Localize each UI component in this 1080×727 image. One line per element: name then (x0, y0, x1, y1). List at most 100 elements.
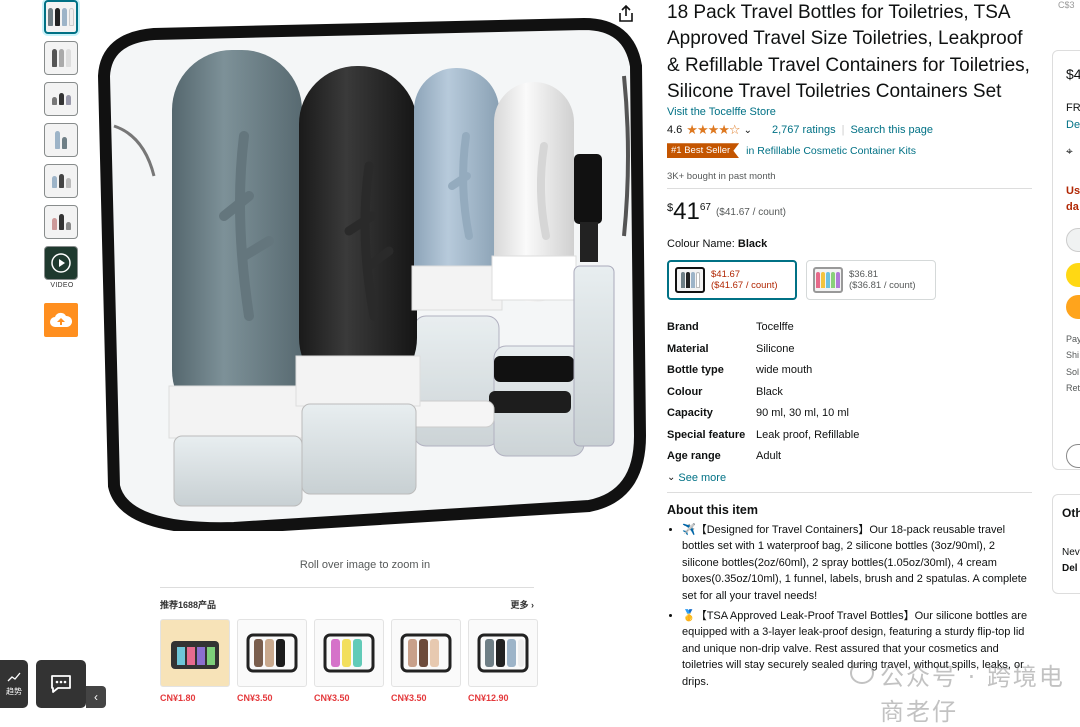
spec-key: Bottle type (667, 364, 724, 377)
share-icon[interactable] (617, 4, 635, 24)
recommend-price: CN¥3.50 (314, 693, 350, 703)
product-thumb-icon (246, 633, 298, 673)
divider: | (841, 124, 845, 137)
recommend-more-link[interactable]: 更多 › (510, 598, 534, 611)
price-per-unit: ($41.67 / count) (715, 207, 786, 219)
trend-label: 趋势 (6, 686, 22, 696)
price-fraction: 67 (699, 202, 711, 214)
product-details: 18 Pack Travel Bottles for Toiletries, T… (667, 0, 1032, 694)
recommend-price: CN¥1.80 (160, 693, 196, 703)
chat-button[interactable] (36, 660, 86, 708)
buy-de-link[interactable]: De (1066, 119, 1080, 131)
about-title: About this item (667, 502, 758, 517)
recommend-price: CN¥12.90 (468, 693, 509, 703)
collapse-button[interactable]: ‹ (86, 686, 106, 708)
bullet-item: ✈️【Designed for Travel Containers】Our 18… (682, 522, 1032, 605)
product-main-image[interactable] (84, 16, 654, 531)
product-thumb-icon (477, 633, 529, 673)
star-rating-icon[interactable]: ★★★★☆ (686, 122, 740, 138)
buy-ret: Ret (1066, 383, 1080, 393)
spec-row: Brand Tocelffe (667, 321, 1032, 343)
thumbnail-1[interactable] (44, 0, 78, 34)
chevron-left-icon: ‹ (94, 690, 98, 704)
buy-pay: Pay (1066, 334, 1080, 344)
best-seller-badge[interactable]: #1 Best Seller (667, 143, 740, 159)
spec-key: Age range (667, 450, 721, 463)
recommend-item[interactable]: CN¥3.50 (237, 619, 307, 703)
ratings-count-link[interactable]: 2,767 ratings (772, 124, 836, 136)
thumbnail-3[interactable] (44, 82, 78, 116)
trend-button[interactable]: 趋势 (0, 660, 28, 708)
swatch-black[interactable]: $41.67 ($41.67 / count) (667, 260, 797, 301)
buy-box: C$3 $4 FR De ⌖ Us da Pay Shi Sol Ret Oth… (1052, 0, 1080, 718)
product-thumb-icon (171, 641, 219, 669)
thumbnail-list: VIDEO (44, 0, 80, 337)
spec-table: Brand Tocelffe Material Silicone Bottle ty… (667, 321, 1032, 472)
product-thumb-icon (323, 633, 375, 673)
cloud-upload-icon (50, 312, 72, 327)
buy-price: $4 (1066, 66, 1080, 82)
buy-shi: Shi (1066, 350, 1080, 360)
recommend-item[interactable]: CN¥1.80 (160, 619, 230, 703)
thumbnail-2[interactable] (44, 41, 78, 75)
divider (667, 188, 1032, 190)
thumbnail-5[interactable] (44, 164, 78, 198)
spec-key: Special feature (667, 428, 746, 441)
spec-key: Brand (667, 321, 699, 334)
swatch-color[interactable]: $36.81 ($36.81 / count) (806, 260, 936, 301)
spec-value: Adult (756, 450, 782, 463)
recommend-price: CN¥3.50 (237, 693, 273, 703)
swatch-unit: ($36.81 / count) (849, 280, 916, 292)
recommend-price: CN¥3.50 (391, 693, 427, 703)
product-title: 18 Pack Travel Bottles for Toiletries, T… (667, 2, 1030, 102)
spec-value: Black (756, 385, 783, 398)
thumbnail-video[interactable] (44, 246, 78, 280)
other-sellers-new: Nev (1062, 547, 1080, 558)
spec-value: wide mouth (756, 364, 813, 377)
colour-name: Colour Name: Black (667, 238, 1032, 250)
spec-value: Silicone (756, 342, 795, 355)
watermark-text: 公众号 · 跨境电商老仔 (880, 663, 1065, 726)
other-sellers-title: Oth (1062, 506, 1080, 520)
spec-value: Tocelffe (756, 321, 794, 334)
see-more-link[interactable]: ⌄ See more (667, 472, 1032, 484)
price-whole: 41 (673, 198, 700, 226)
video-label: VIDEO (50, 282, 74, 289)
colour-label: Colour Name: (667, 238, 735, 251)
thumbnail-4[interactable] (44, 123, 78, 157)
recommend-item[interactable]: CN¥3.50 (314, 619, 384, 703)
recommend-item[interactable]: CN¥3.50 (391, 619, 461, 703)
spec-key: Capacity (667, 407, 713, 420)
product-thumb-icon (400, 633, 452, 673)
buy-fr: FR (1066, 102, 1080, 114)
buy-sol: Sol (1066, 367, 1080, 377)
recommend-section: 推荐1688产品 更多 › CN¥1.80 CN¥3.50 CN¥3.50 CN… (160, 587, 538, 703)
spec-row: Bottle type wide mouth (667, 364, 1032, 386)
spec-row: Colour Black (667, 386, 1032, 408)
swatch-image (813, 267, 843, 294)
spec-row: Material Silicone (667, 343, 1032, 365)
search-page-link[interactable]: Search this page (850, 124, 933, 136)
bought-count: 3K+ bought in past month (667, 171, 776, 183)
rating-value: 4.6 (667, 124, 683, 137)
top-price: C$3 (1058, 0, 1075, 10)
recommend-item[interactable]: CN¥12.90 (468, 619, 538, 703)
best-seller-category-link[interactable]: in Refillable Cosmetic Container Kits (746, 145, 916, 157)
rating-row: 4.6 ★★★★☆ ⌄ 2,767 ratings | Search this … (667, 122, 1032, 138)
colour-swatches: $41.67 ($41.67 / count) $36.81 ($36.81 /… (667, 260, 1032, 301)
buy-us: Us (1066, 185, 1080, 197)
colour-value: Black (737, 238, 768, 251)
swatch-unit: ($41.67 / count) (711, 280, 778, 292)
thumbnail-6[interactable] (44, 205, 78, 239)
spec-value: 90 ml, 30 ml, 10 ml (756, 407, 849, 420)
spec-key: Material (667, 342, 709, 355)
zoom-hint: Roll over image to zoom in (299, 559, 431, 571)
spec-key: Colour (667, 385, 703, 398)
chevron-down-icon[interactable]: ⌄ (744, 125, 752, 136)
trend-icon (7, 672, 21, 681)
watermark-logo-icon (850, 662, 874, 684)
divider (667, 491, 1032, 493)
upload-button[interactable] (44, 303, 78, 337)
store-link[interactable]: Visit the Tocelffe Store (667, 106, 776, 118)
location-icon[interactable]: ⌖ (1066, 144, 1073, 159)
